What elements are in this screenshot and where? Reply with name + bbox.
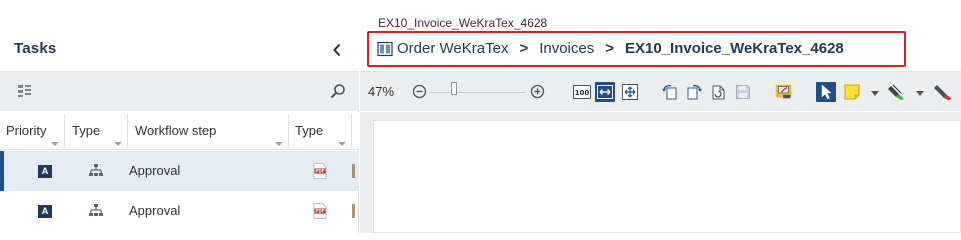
fit-page-icon [622,84,638,100]
zoom-in-icon [530,84,545,99]
rotate-left-icon [662,84,677,100]
workflow-icon [88,203,104,222]
column-label: Type [295,123,324,138]
save-icon [736,85,750,99]
collapse-panel-button[interactable] [328,41,346,59]
rotate-left-button[interactable] [660,82,680,102]
save-button[interactable] [733,82,753,102]
sort-arrow-icon[interactable] [338,142,346,146]
tasks-panel: Tasks Priority Type Workflow step Type A… [0,0,359,233]
column-header-doc-type[interactable]: Type [289,112,351,150]
column-label: Priority [6,123,47,138]
zoom-out-icon [412,84,427,99]
select-pointer-button[interactable] [816,82,836,102]
highlighter-dropdown-arrow[interactable] [916,91,924,96]
sort-arrow-icon[interactable] [51,142,59,146]
breadcrumb-highlight: Order WeKraTex > Invoices > EX10_Invoice… [367,31,906,67]
breadcrumb-item-order[interactable]: Order WeKraTex [397,40,508,57]
stamp-button[interactable] [774,82,794,102]
search-button[interactable] [330,83,346,104]
highlighter-icon [888,84,904,100]
priority-badge: A [38,165,52,178]
folder-icon [377,41,393,57]
workflow-icon [88,163,104,182]
breadcrumb-item-invoices[interactable]: Invoices [539,40,594,57]
truncated-cell [352,204,355,218]
column-header-workflow-step[interactable]: Workflow step [129,112,288,150]
zoom-level: 47% [368,84,395,99]
sticky-note-button[interactable] [842,82,862,102]
pen-icon [934,85,952,100]
rotate-right-button[interactable] [684,82,704,102]
svg-text:100: 100 [575,89,590,97]
layout-icon [18,85,31,97]
document-viewer: EX10_Invoice_WeKraTex_4628 Order WeKraTe… [360,0,961,233]
truncated-cell [352,164,355,178]
sticky-note-icon [844,84,860,100]
pen-button[interactable] [933,82,953,102]
page-undo-icon [712,85,725,100]
sort-arrow-icon[interactable] [114,142,122,146]
breadcrumb: Order WeKraTex > Invoices > EX10_Invoice… [377,40,844,57]
fit-width-icon [597,85,613,99]
fit-page-button[interactable] [620,82,640,102]
priority-badge: A [38,205,52,218]
sticky-note-dropdown-arrow[interactable] [871,91,879,96]
pointer-icon [821,84,832,100]
pdf-icon: PDF [313,203,327,222]
column-header-type[interactable]: Type [66,112,127,150]
viewer-toolbar: 47% 100 [360,71,961,111]
selection-indicator [0,151,4,191]
breadcrumb-item-current: EX10_Invoice_WeKraTex_4628 [625,40,844,57]
workflow-step-cell: Approval [129,203,181,218]
document-page[interactable] [373,120,961,233]
tasks-header: Tasks [0,0,359,71]
zoom-in-button[interactable] [530,84,545,104]
table-row[interactable]: A Approval PDF [0,191,359,231]
column-header-priority[interactable]: Priority [0,112,64,150]
zoom-out-button[interactable] [412,84,427,104]
sort-arrow-icon[interactable] [275,142,283,146]
fit-width-button[interactable] [595,82,615,102]
actual-size-icon: 100 [573,85,591,99]
breadcrumb-separator: > [605,40,614,57]
zoom-slider-thumb[interactable] [450,82,457,95]
undo-rotation-button[interactable] [708,82,728,102]
rotate-right-icon [687,84,702,100]
tasks-grid-header: Priority Type Workflow step Type [0,112,359,150]
document-canvas[interactable] [360,112,961,233]
breadcrumb-separator: > [519,40,529,57]
svg-text:PDF: PDF [315,169,325,174]
pdf-icon: PDF [313,163,327,182]
search-icon [330,84,345,99]
tasks-title: Tasks [14,40,57,57]
table-row[interactable]: A Approval PDF [0,151,359,191]
chevron-left-icon [333,43,341,57]
tasks-toolbar [0,71,359,111]
workflow-step-cell: Approval [129,163,181,178]
column-label: Type [72,123,101,138]
view-layout-button[interactable] [17,84,33,103]
document-file-name: EX10_Invoice_WeKraTex_4628 [378,16,548,30]
svg-text:PDF: PDF [315,209,325,214]
stamp-icon [775,84,792,99]
actual-size-button[interactable]: 100 [572,82,592,102]
column-label: Workflow step [135,123,217,138]
highlighter-button[interactable] [888,82,908,102]
zoom-slider-track[interactable] [430,92,525,93]
